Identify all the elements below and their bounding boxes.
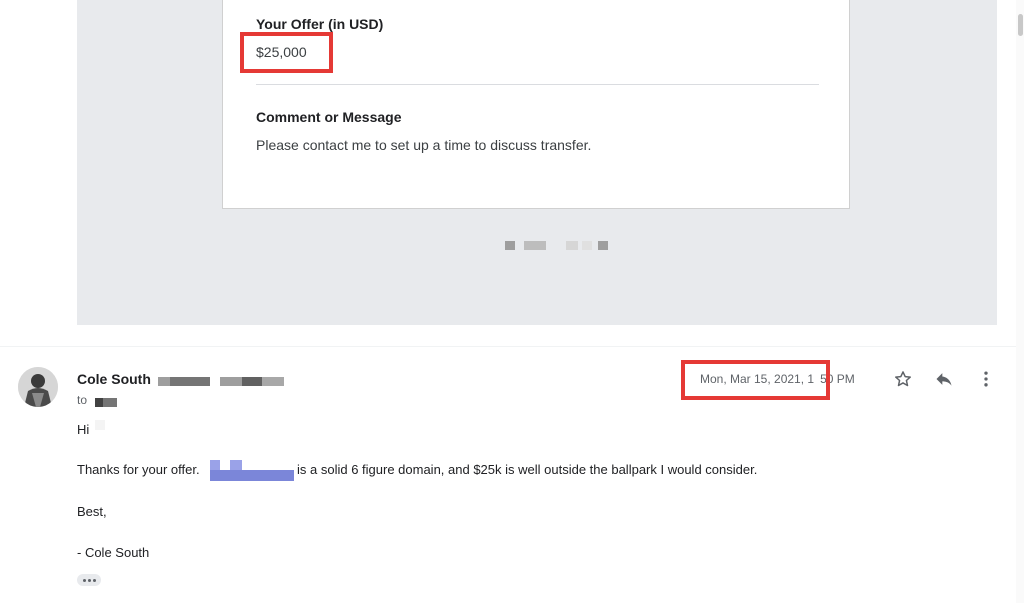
body-line-after: is a solid 6 figure domain, and $25k is … bbox=[297, 462, 758, 477]
redacted-domain-link[interactable] bbox=[230, 460, 242, 470]
greeting: Hi bbox=[77, 422, 90, 437]
redacted-footer-block bbox=[598, 241, 608, 250]
to-label: to bbox=[77, 393, 88, 407]
highlight-box-timestamp bbox=[681, 360, 830, 400]
scrollbar[interactable] bbox=[1016, 0, 1024, 603]
redacted-domain-link[interactable] bbox=[210, 460, 220, 470]
redacted-sender-address bbox=[170, 377, 210, 386]
comment-label: Comment or Message bbox=[256, 109, 402, 125]
star-icon[interactable] bbox=[891, 367, 915, 391]
redacted-recipient[interactable] bbox=[103, 398, 117, 407]
redacted-domain-link[interactable] bbox=[210, 470, 294, 481]
ellipsis-icon[interactable] bbox=[77, 574, 101, 586]
redacted-sender-address bbox=[220, 377, 242, 386]
more-vert-icon[interactable] bbox=[974, 367, 998, 391]
reply-icon[interactable] bbox=[932, 367, 956, 391]
email-separator bbox=[0, 346, 1016, 347]
redacted-sender-address bbox=[158, 377, 170, 386]
avatar[interactable] bbox=[18, 367, 58, 407]
signature: - Cole South bbox=[77, 545, 150, 560]
sender-name: Cole South bbox=[77, 371, 151, 387]
redacted-footer-block bbox=[566, 241, 578, 250]
divider bbox=[256, 84, 819, 85]
comment-value: Please contact me to set up a time to di… bbox=[256, 137, 592, 153]
redacted-footer-block bbox=[524, 241, 546, 250]
highlight-box-offer bbox=[240, 32, 333, 73]
redacted-sender-address bbox=[242, 377, 262, 386]
scrollbar-thumb[interactable] bbox=[1018, 14, 1023, 36]
offer-label: Your Offer (in USD) bbox=[256, 16, 384, 32]
redacted-footer-block bbox=[582, 241, 592, 250]
redacted-recipient-name bbox=[95, 420, 105, 430]
body-line-before: Thanks for your offer. bbox=[77, 462, 200, 477]
redacted-footer-block bbox=[505, 241, 515, 250]
redacted-sender-address bbox=[262, 377, 284, 386]
closing: Best, bbox=[77, 504, 107, 519]
redacted-recipient[interactable] bbox=[95, 398, 103, 407]
